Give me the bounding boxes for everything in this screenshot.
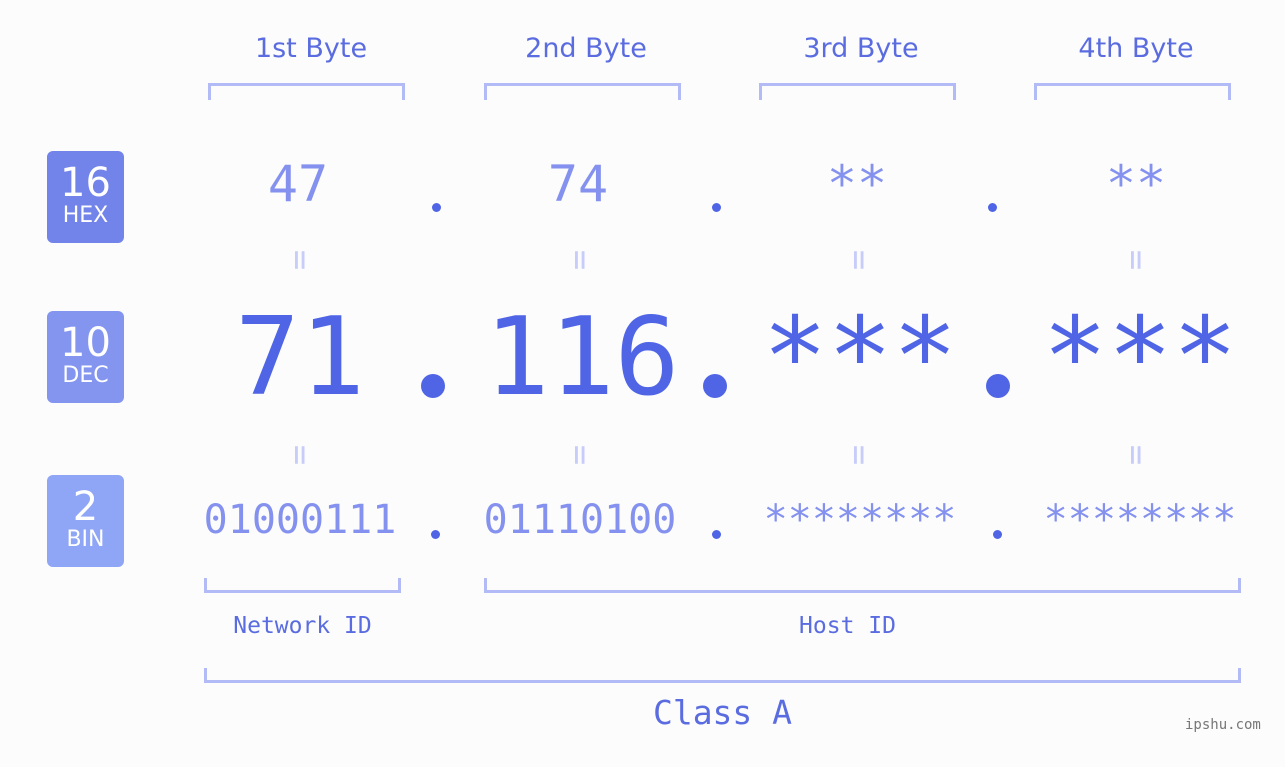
bin-byte-3: ******** [763, 497, 957, 543]
dec-dot-1 [421, 374, 445, 398]
dec-base: 10 [60, 320, 111, 366]
class-label: Class A [652, 693, 793, 732]
dec-dot-2 [703, 374, 727, 398]
dec-byte-2: 116 [484, 295, 680, 420]
equals-sign: = [1116, 249, 1156, 271]
equals-sign: = [280, 444, 320, 466]
hex-byte-3: ** [826, 155, 888, 213]
bin-badge: 2 BIN [47, 475, 124, 567]
bin-dot-3 [993, 530, 1002, 539]
hex-byte-1: 47 [267, 155, 329, 213]
dec-label: DEC [62, 363, 109, 388]
dec-byte-1: 71 [234, 295, 366, 420]
hex-label: HEX [62, 203, 109, 228]
equals-sign: = [280, 249, 320, 271]
bin-base: 2 [72, 484, 99, 530]
byte-header-4: 4th Byte [1078, 33, 1194, 64]
byte-header-3: 3rd Byte [803, 33, 919, 64]
hex-dot-1 [432, 203, 441, 212]
network-id-label: Network ID [233, 613, 372, 639]
byte-header-1: 1st Byte [254, 33, 368, 64]
byte-bracket-1 [208, 83, 405, 100]
dec-badge: 10 DEC [47, 311, 124, 403]
bin-label: BIN [66, 527, 105, 552]
dec-byte-3: *** [762, 295, 958, 420]
equals-sign: = [560, 249, 600, 271]
watermark: ipshu.com [1185, 717, 1261, 733]
hex-dot-2 [712, 203, 721, 212]
bin-byte-1: 01000111 [203, 497, 397, 543]
dec-dot-3 [986, 374, 1010, 398]
hex-base: 16 [60, 160, 111, 206]
bin-byte-2: 01110100 [483, 497, 677, 543]
bin-dot-1 [431, 530, 440, 539]
byte-bracket-3 [759, 83, 956, 100]
bin-dot-2 [712, 530, 721, 539]
host-bracket [484, 578, 1241, 593]
byte-header-2: 2nd Byte [525, 33, 647, 64]
byte-bracket-4 [1034, 83, 1231, 100]
hex-dot-3 [988, 203, 997, 212]
hex-byte-4: ** [1105, 155, 1167, 213]
equals-sign: = [1116, 444, 1156, 466]
hex-badge: 16 HEX [47, 151, 124, 243]
bin-byte-4: ******** [1043, 497, 1237, 543]
equals-sign: = [839, 249, 879, 271]
byte-bracket-2 [484, 83, 681, 100]
host-id-label: Host ID [799, 613, 896, 639]
network-bracket [204, 578, 401, 593]
hex-byte-2: 74 [547, 155, 609, 213]
equals-sign: = [560, 444, 600, 466]
equals-sign: = [839, 444, 879, 466]
class-bracket [204, 668, 1241, 683]
dec-byte-4: *** [1042, 295, 1238, 420]
